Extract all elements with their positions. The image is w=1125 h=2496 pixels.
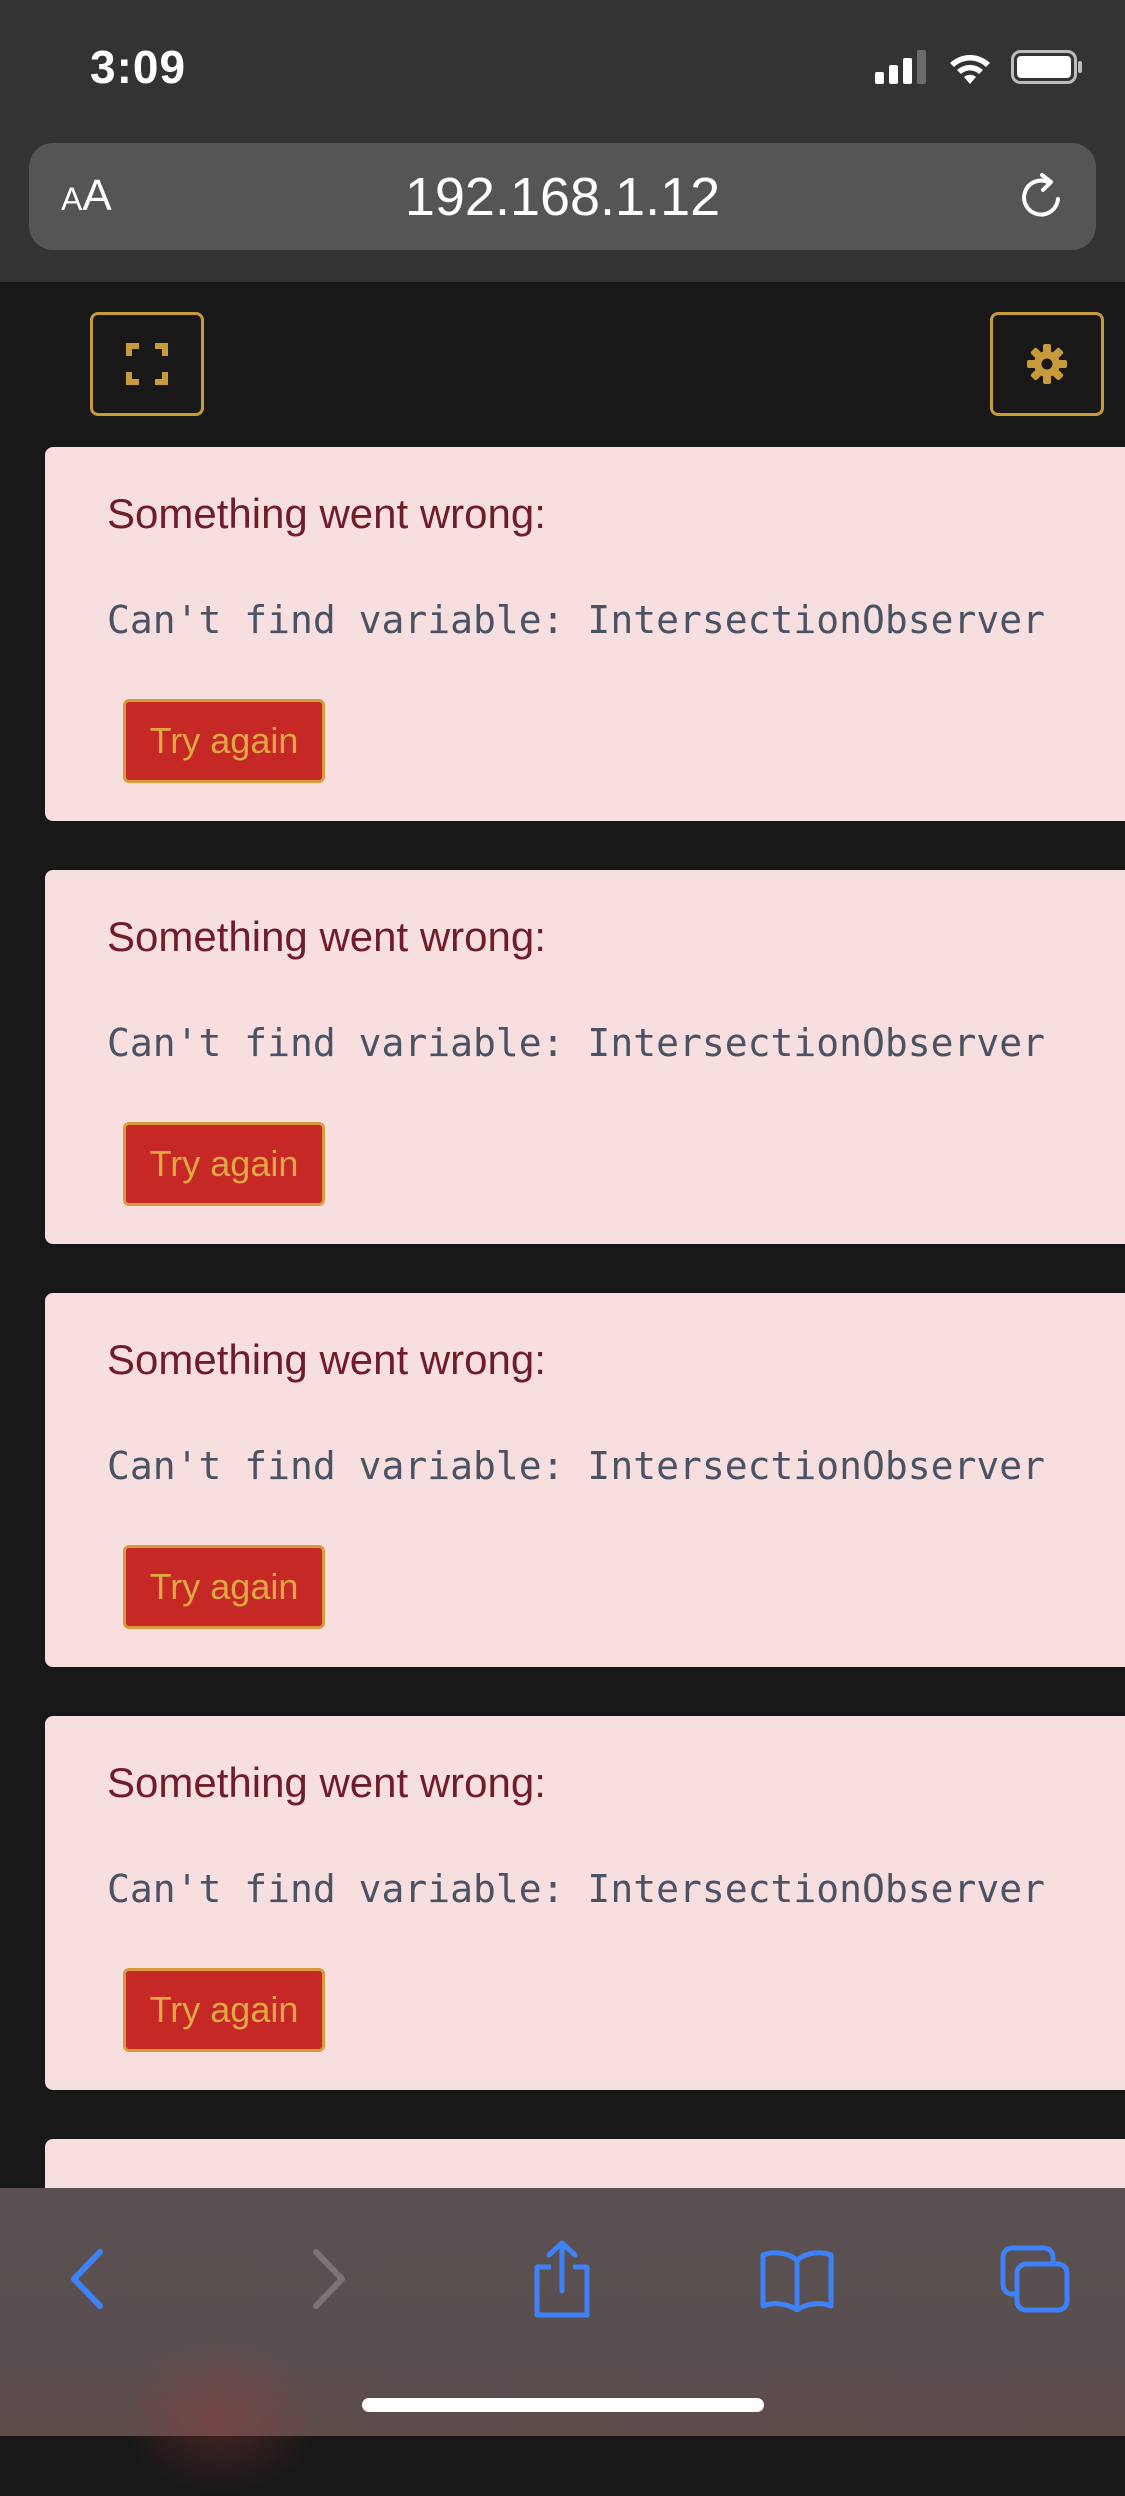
reload-icon[interactable] xyxy=(1014,169,1070,225)
error-card: Something went wrong: Can't find variabl… xyxy=(45,1716,1125,2090)
try-again-button[interactable]: Try again xyxy=(123,1545,325,1629)
error-title: Something went wrong: xyxy=(107,1336,546,1383)
settings-button[interactable] xyxy=(990,312,1104,416)
error-title: Something went wrong: xyxy=(107,913,546,960)
bookmarks-button[interactable] xyxy=(752,2234,842,2324)
status-time: 3:09 xyxy=(90,41,187,93)
error-title: Something went wrong: xyxy=(107,490,546,537)
error-card: Something went wrong: Can't find variabl… xyxy=(45,447,1125,821)
share-icon xyxy=(534,2240,590,2318)
error-card: Something went wrong: Can't find variabl… xyxy=(45,1293,1125,1667)
address-bar[interactable]: AA 192.168.1.12 xyxy=(29,143,1096,250)
back-button[interactable] xyxy=(42,2234,132,2324)
try-again-button[interactable]: Try again xyxy=(123,1968,325,2052)
book-icon xyxy=(760,2250,834,2312)
fullscreen-icon xyxy=(126,343,168,385)
error-title: Something went wrong: xyxy=(107,1759,546,1806)
try-again-button[interactable]: Try again xyxy=(123,699,325,783)
web-page: Something went wrong: Can't find variabl… xyxy=(0,282,1125,2188)
url-text[interactable]: 192.168.1.12 xyxy=(29,169,1096,225)
battery-icon xyxy=(1011,50,1082,84)
cellular-signal-icon xyxy=(875,50,926,84)
tabs-icon xyxy=(1000,2245,1070,2313)
chevron-left-icon xyxy=(71,2249,103,2309)
browser-top-chrome: 3:09 AA 192.168.1.12 xyxy=(0,0,1125,282)
wifi-icon xyxy=(950,55,990,84)
share-button[interactable] xyxy=(517,2234,607,2324)
home-indicator[interactable] xyxy=(362,2398,764,2412)
try-again-button[interactable]: Try again xyxy=(123,1122,325,1206)
chevron-right-icon xyxy=(313,2249,345,2309)
error-card: Something went wrong: Can't find variabl… xyxy=(45,870,1125,1244)
error-message: Can't find variable: IntersectionObserve… xyxy=(107,1867,1045,1911)
forward-button[interactable] xyxy=(284,2234,374,2324)
gear-icon xyxy=(1027,344,1067,384)
status-icons xyxy=(875,50,1083,84)
error-message: Can't find variable: IntersectionObserve… xyxy=(107,1021,1045,1065)
fullscreen-button[interactable] xyxy=(90,312,204,416)
error-card-partial xyxy=(45,2139,1125,2188)
error-message: Can't find variable: IntersectionObserve… xyxy=(107,1444,1045,1488)
error-message: Can't find variable: IntersectionObserve… xyxy=(107,598,1045,642)
tabs-button[interactable] xyxy=(990,2234,1080,2324)
